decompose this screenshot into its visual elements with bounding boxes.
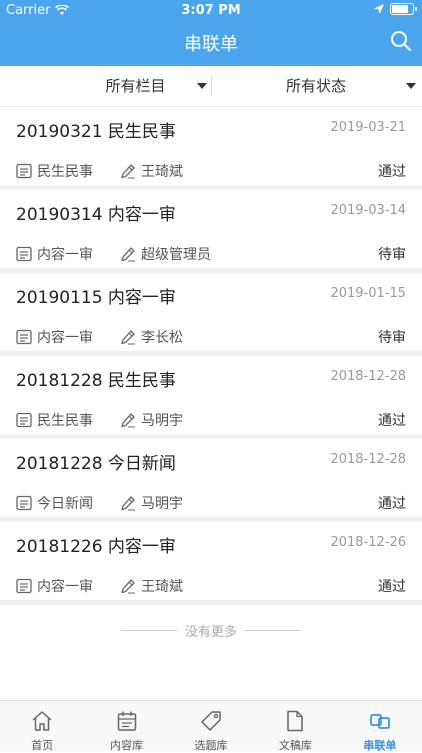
list-item[interactable]: 20181226 内容一审 2018-12-26 内容一审 王琦斌 通过 bbox=[0, 522, 422, 605]
battery-icon bbox=[390, 3, 417, 15]
list-item[interactable]: 20190321 民生民事 2019-03-21 民生民事 王琦斌 通过 bbox=[0, 107, 422, 190]
pencil-icon bbox=[121, 330, 135, 345]
search-icon[interactable] bbox=[390, 30, 412, 52]
item-author: 马明宇 bbox=[141, 413, 183, 429]
home-icon bbox=[32, 711, 52, 731]
item-column: 内容一审 bbox=[37, 247, 93, 263]
item-column: 今日新闻 bbox=[37, 496, 93, 512]
item-author: 李长松 bbox=[141, 330, 183, 346]
status-badge: 通过 bbox=[378, 579, 406, 595]
tab-bar: 首页 内容库 选题库 文稿库 串联单 bbox=[0, 700, 422, 752]
item-title: 20190115 内容一审 bbox=[16, 288, 176, 308]
tab-content-library[interactable]: 内容库 bbox=[84, 701, 168, 752]
document-icon bbox=[287, 710, 304, 732]
page-title: 串联单 bbox=[184, 34, 238, 55]
caret-down-icon bbox=[197, 83, 207, 89]
column-icon bbox=[16, 246, 32, 262]
tab-label: 串联单 bbox=[363, 739, 397, 752]
pencil-icon bbox=[121, 413, 135, 428]
item-date: 2018-12-28 bbox=[330, 452, 406, 467]
status-badge: 通过 bbox=[378, 164, 406, 180]
status-badge: 通过 bbox=[378, 496, 406, 512]
no-more-label: 没有更多 bbox=[184, 624, 237, 640]
tab-label: 选题库 bbox=[194, 739, 228, 752]
tab-label: 文稿库 bbox=[278, 739, 312, 752]
column-icon bbox=[16, 495, 32, 511]
item-title: 20181228 今日新闻 bbox=[16, 454, 176, 474]
tab-rundown[interactable]: 串联单 bbox=[338, 701, 422, 752]
status-bar: Carrier 3:07 PM bbox=[0, 0, 422, 22]
column-icon bbox=[16, 578, 32, 594]
item-author: 王琦斌 bbox=[141, 579, 183, 595]
list-item[interactable]: 20190314 内容一审 2019-03-14 内容一审 超级管理员 待审 bbox=[0, 190, 422, 273]
list-end-indicator: 没有更多 bbox=[0, 620, 422, 640]
column-icon bbox=[16, 163, 32, 179]
list-item[interactable]: 20181228 民生民事 2018-12-28 民生民事 马明宇 通过 bbox=[0, 356, 422, 439]
link-icon bbox=[369, 714, 390, 729]
item-title: 20190321 民生民事 bbox=[16, 122, 176, 142]
status-filter-label: 所有状态 bbox=[285, 77, 346, 95]
tab-label: 首页 bbox=[31, 739, 54, 752]
column-filter-label: 所有栏目 bbox=[105, 77, 166, 95]
tab-home[interactable]: 首页 bbox=[0, 701, 84, 752]
status-filter-dropdown[interactable]: 所有状态 bbox=[212, 66, 420, 106]
list-item[interactable]: 20181228 今日新闻 2018-12-28 今日新闻 马明宇 通过 bbox=[0, 439, 422, 522]
tab-label: 内容库 bbox=[110, 739, 144, 752]
divider bbox=[120, 629, 177, 631]
tab-manuscript-library[interactable]: 文稿库 bbox=[253, 701, 337, 752]
clock: 3:07 PM bbox=[181, 3, 241, 18]
item-column: 内容一审 bbox=[37, 330, 93, 346]
tab-topic-library[interactable]: 选题库 bbox=[169, 701, 253, 752]
item-title: 20190314 内容一审 bbox=[16, 205, 176, 225]
item-author: 王琦斌 bbox=[141, 164, 183, 180]
item-author: 马明宇 bbox=[141, 496, 183, 512]
item-column: 内容一审 bbox=[37, 579, 93, 595]
item-date: 2019-01-15 bbox=[330, 286, 406, 301]
item-column: 民生民事 bbox=[37, 164, 93, 180]
calendar-icon bbox=[117, 711, 136, 731]
caret-down-icon bbox=[406, 83, 416, 89]
status-badge: 待审 bbox=[378, 247, 406, 263]
status-badge: 待审 bbox=[378, 330, 406, 346]
item-title: 20181226 内容一审 bbox=[16, 537, 176, 557]
divider bbox=[245, 629, 301, 631]
rundown-list: 20190321 民生民事 2019-03-21 民生民事 王琦斌 通过 201… bbox=[0, 107, 422, 605]
location-arrow-icon bbox=[374, 4, 384, 14]
item-date: 2018-12-28 bbox=[330, 369, 406, 384]
column-icon bbox=[16, 329, 32, 345]
pencil-icon bbox=[121, 579, 135, 594]
column-icon bbox=[16, 412, 32, 428]
filter-bar: 所有栏目 所有状态 bbox=[0, 66, 422, 107]
item-date: 2019-03-21 bbox=[330, 120, 406, 135]
list-item[interactable]: 20190115 内容一审 2019-01-15 内容一审 李长松 待审 bbox=[0, 273, 422, 356]
item-author: 超级管理员 bbox=[141, 247, 211, 263]
app-header: Carrier 3:07 PM 串联单 bbox=[0, 0, 422, 66]
pencil-icon bbox=[121, 164, 135, 179]
item-date: 2018-12-26 bbox=[330, 535, 406, 550]
status-badge: 通过 bbox=[378, 413, 406, 429]
item-column: 民生民事 bbox=[37, 413, 93, 429]
pencil-icon bbox=[121, 496, 135, 511]
column-filter-dropdown[interactable]: 所有栏目 bbox=[60, 66, 211, 106]
pencil-icon bbox=[121, 247, 135, 262]
tag-icon bbox=[201, 711, 221, 731]
item-title: 20181228 民生民事 bbox=[16, 371, 176, 391]
item-date: 2019-03-14 bbox=[330, 203, 406, 218]
